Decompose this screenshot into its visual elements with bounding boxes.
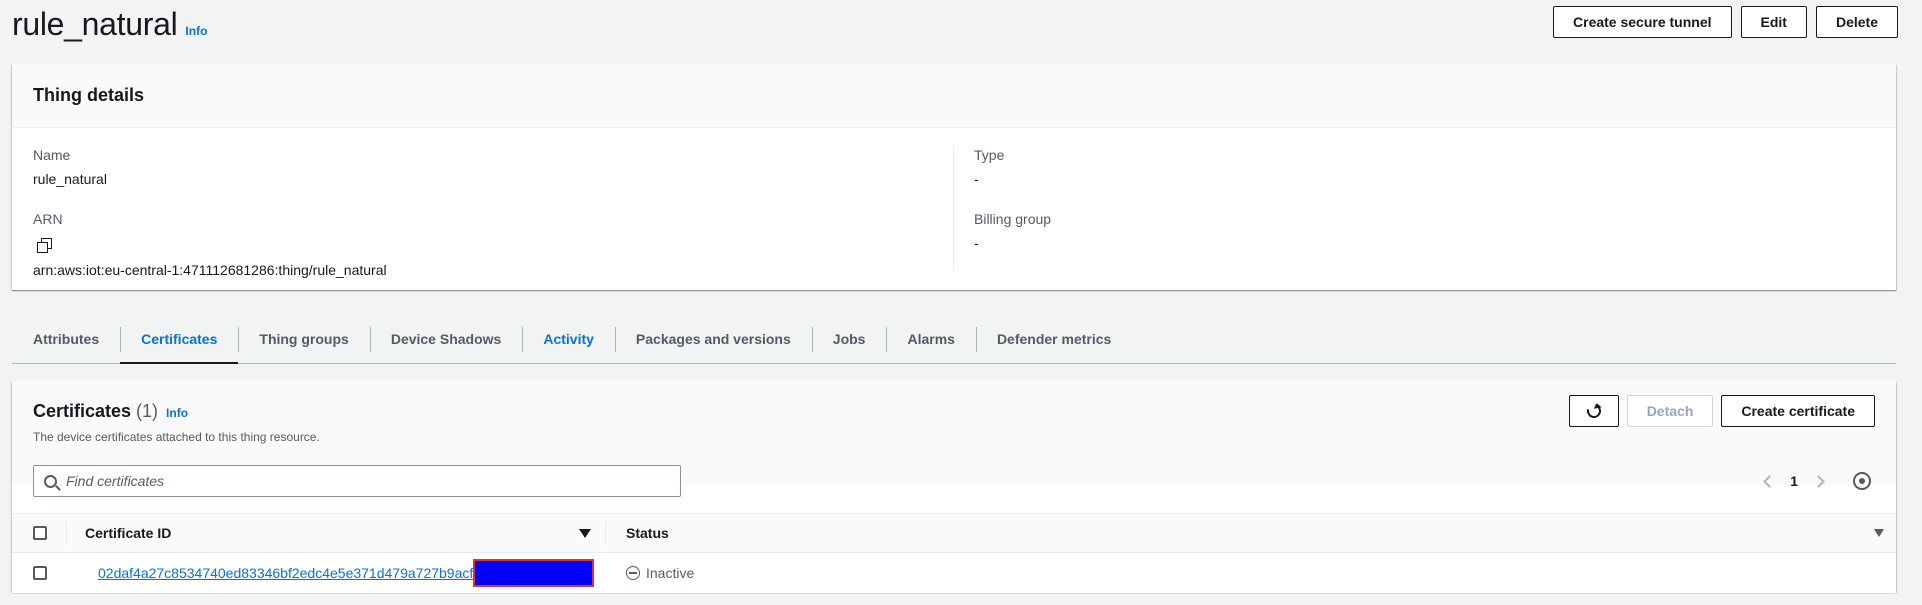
refresh-icon: [1584, 401, 1604, 421]
delete-button[interactable]: Delete: [1815, 6, 1898, 38]
table-row: 02daf4a27c8534740ed83346bf2edc4e5e371d47…: [12, 553, 1896, 593]
row-checkbox[interactable]: [33, 566, 47, 580]
billing-group-label: Billing group: [974, 211, 1052, 227]
create-certificate-button[interactable]: Create certificate: [1721, 395, 1875, 427]
tab-attributes[interactable]: Attributes: [12, 315, 120, 363]
redaction-box: [473, 559, 595, 587]
tab-packages-and-versions[interactable]: Packages and versions: [614, 315, 812, 363]
search-row: 1: [33, 465, 1875, 497]
certificates-info-link[interactable]: Info: [166, 406, 188, 420]
certificates-header: Certificates (1) Info The device certifi…: [12, 381, 1896, 497]
status-header-label: Status: [626, 525, 669, 541]
name-value: rule_natural: [33, 171, 107, 187]
copy-icon[interactable]: [37, 238, 52, 253]
tab-device-shadows[interactable]: Device Shadows: [369, 315, 523, 363]
header-actions: Create secure tunnel Edit Delete: [1553, 6, 1898, 38]
pagination: 1: [1763, 472, 1871, 490]
create-secure-tunnel-button[interactable]: Create secure tunnel: [1553, 6, 1732, 38]
table-header: Certificate ID Status: [12, 513, 1896, 553]
certificates-card: Certificates (1) Info The device certifi…: [12, 381, 1896, 593]
certificate-id-header[interactable]: Certificate ID: [66, 521, 606, 545]
details-left-column: Name rule_natural ARN arn:aws:iot:eu-cen…: [33, 146, 954, 278]
type-value: -: [974, 171, 979, 187]
tab-defender-metrics[interactable]: Defender metrics: [975, 315, 1132, 363]
status-header[interactable]: Status: [606, 525, 1896, 541]
thing-details-body: Name rule_natural ARN arn:aws:iot:eu-cen…: [12, 128, 1896, 278]
page-number[interactable]: 1: [1790, 473, 1798, 489]
title-wrap: rule_natural Info: [12, 2, 207, 46]
edit-button[interactable]: Edit: [1740, 6, 1807, 38]
row-select-cell: [12, 566, 66, 580]
tab-activity[interactable]: Activity: [522, 315, 615, 363]
status-text: Inactive: [646, 565, 695, 581]
certificates-title: Certificates: [33, 401, 132, 421]
status-cell: Inactive: [606, 565, 1896, 581]
tab-certificates[interactable]: Certificates: [120, 315, 239, 364]
search-box: [33, 465, 681, 497]
name-label: Name: [33, 147, 71, 163]
sort-down-icon[interactable]: [579, 528, 591, 538]
tab-jobs[interactable]: Jobs: [811, 315, 887, 363]
tab-thing-groups[interactable]: Thing groups: [238, 315, 369, 363]
arn-label: ARN: [33, 211, 63, 227]
tab-alarms[interactable]: Alarms: [886, 315, 975, 363]
chevron-left-icon[interactable]: [1763, 474, 1777, 488]
certificates-count: (1): [136, 401, 159, 421]
inactive-status-icon: [626, 566, 640, 580]
arn-value: arn:aws:iot:eu-central-1:471112681286:th…: [33, 262, 387, 278]
page-header: rule_natural Info Create secure tunnel E…: [12, 0, 1898, 48]
search-icon: [44, 474, 57, 488]
tabs: Attributes Certificates Thing groups Dev…: [12, 315, 1896, 364]
iot-thing-page: rule_natural Info Create secure tunnel E…: [0, 0, 1922, 605]
thing-details-card: Thing details Name rule_natural ARN arn:…: [12, 64, 1896, 290]
thing-details-title: Thing details: [33, 85, 145, 105]
gear-icon[interactable]: [1853, 472, 1871, 490]
certificate-id-header-label: Certificate ID: [85, 525, 172, 541]
detach-button[interactable]: Detach: [1626, 395, 1714, 427]
chevron-right-icon[interactable]: [1812, 474, 1825, 488]
search-input[interactable]: [66, 473, 646, 489]
details-right-column: Type - Billing group -: [954, 146, 1051, 274]
thing-details-header: Thing details: [12, 64, 1896, 128]
certificate-id-cell: 02daf4a27c8534740ed83346bf2edc4e5e371d47…: [66, 559, 606, 587]
select-all-checkbox[interactable]: [33, 526, 47, 540]
certificates-table: Certificate ID Status 02daf4a27c8534740e…: [12, 513, 1896, 593]
certificates-actions: Detach Create certificate: [1568, 395, 1875, 427]
certificate-id-link[interactable]: 02daf4a27c8534740ed83346bf2edc4e5e371d47…: [98, 565, 473, 581]
caret-down-icon[interactable]: [1874, 529, 1884, 537]
billing-group-value: -: [974, 235, 979, 251]
select-all-cell: [12, 526, 66, 540]
refresh-button[interactable]: [1568, 395, 1619, 427]
info-link[interactable]: Info: [185, 24, 207, 38]
type-label: Type: [974, 147, 1005, 163]
page-title: rule_natural: [12, 6, 178, 42]
certificates-description: The device certificates attached to this…: [33, 430, 320, 444]
